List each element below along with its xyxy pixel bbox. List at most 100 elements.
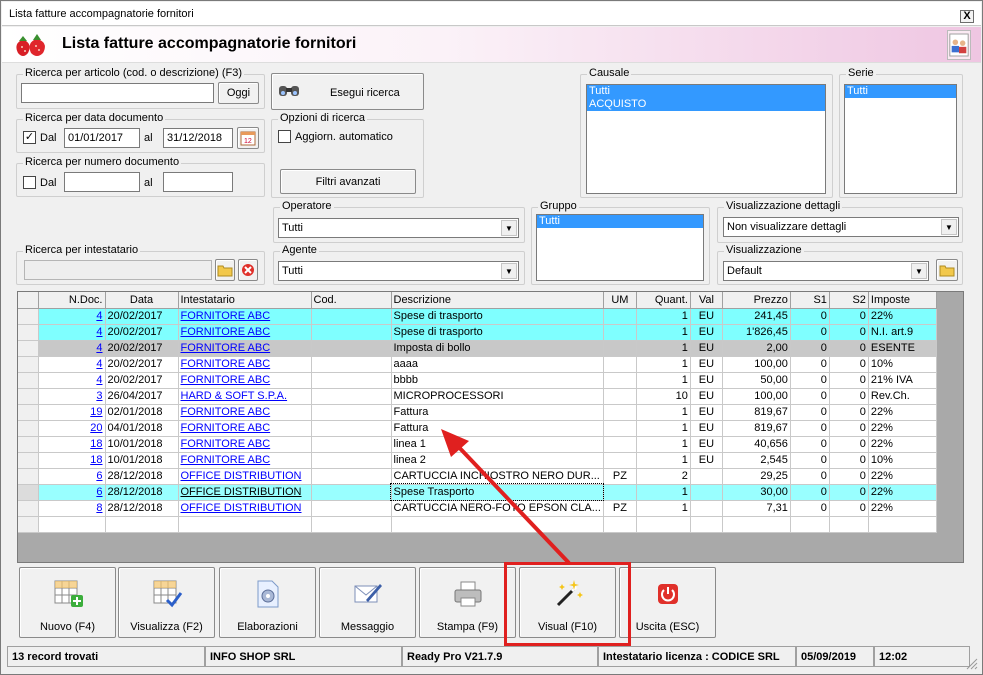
number-to-input[interactable] (163, 172, 233, 192)
row-indicator[interactable] (18, 372, 39, 389)
column-header[interactable]: S2 (829, 292, 869, 309)
close-button[interactable]: X (960, 10, 974, 23)
table-cell[interactable]: 6 (38, 484, 106, 501)
table-cell[interactable]: FORNITORE ABC (178, 324, 312, 341)
table-row[interactable]: 19 02/01/2018 FORNITORE ABC Fattura 1 EU 819,6… (18, 404, 937, 421)
column-header[interactable]: Data (105, 292, 179, 309)
table-cell[interactable]: 20 (38, 420, 106, 437)
row-indicator[interactable] (18, 340, 39, 357)
causale-list[interactable]: Tutti ACQUISTO (586, 84, 826, 194)
table-row[interactable]: 3 26/04/2017 HARD & SOFT S.P.A. MICROPROCES… (18, 388, 937, 405)
serie-list[interactable]: Tutti (844, 84, 957, 194)
auto-update-checkbox[interactable] (278, 130, 291, 143)
exit-button[interactable]: Uscita (ESC) (619, 567, 716, 638)
date-from-input[interactable]: 01/01/2017 (64, 128, 140, 148)
column-header[interactable]: Cod. (311, 292, 392, 309)
table-cell[interactable]: FORNITORE ABC (178, 372, 312, 389)
table-cell[interactable]: OFFICE DISTRIBUTION (178, 484, 312, 501)
column-header[interactable]: Prezzo (722, 292, 791, 309)
table-cell[interactable]: 18 (38, 436, 106, 453)
print-button[interactable]: Stampa (F9) (419, 567, 516, 638)
table-cell[interactable]: FORNITORE ABC (178, 420, 312, 437)
row-indicator[interactable] (18, 468, 39, 485)
details-view-select[interactable]: Non visualizzare dettagli ▼ (723, 217, 959, 237)
table-row[interactable]: 4 20/02/2017 FORNITORE ABC Imposta di bollo… (18, 340, 937, 357)
resize-grip-icon[interactable] (964, 656, 978, 670)
table-cell[interactable]: 4 (38, 356, 106, 373)
clear-button[interactable] (238, 259, 258, 281)
view-button[interactable]: Visualizza (F2) (118, 567, 215, 638)
article-search-input[interactable] (21, 83, 214, 103)
table-cell[interactable]: 4 (38, 372, 106, 389)
row-indicator[interactable] (18, 308, 39, 325)
list-item[interactable]: Tutti (587, 85, 825, 98)
open-folder-button[interactable] (215, 259, 235, 281)
table-cell[interactable]: FORNITORE ABC (178, 308, 312, 325)
view-folder-button[interactable] (936, 259, 958, 281)
chevron-down-icon[interactable]: ▼ (941, 219, 957, 235)
column-header[interactable]: Val (690, 292, 723, 309)
table-row[interactable]: 4 20/02/2017 FORNITORE ABC bbbb 1 EU 50,00 0 0 21… (18, 372, 937, 389)
table-cell[interactable]: FORNITORE ABC (178, 404, 312, 421)
row-indicator[interactable] (18, 404, 39, 421)
operatore-select[interactable]: Tutti ▼ (278, 218, 519, 238)
list-item[interactable]: ACQUISTO (587, 98, 825, 111)
row-indicator[interactable] (18, 484, 39, 501)
table-cell[interactable]: 3 (38, 388, 106, 405)
row-indicator[interactable] (18, 500, 39, 517)
view-select[interactable]: Default ▼ (723, 261, 929, 281)
column-header[interactable]: Descrizione (391, 292, 604, 309)
row-indicator[interactable] (18, 356, 39, 373)
table-cell[interactable]: 4 (38, 308, 106, 325)
chevron-down-icon[interactable]: ▼ (501, 220, 517, 236)
table-cell[interactable]: FORNITORE ABC (178, 340, 312, 357)
table-row[interactable]: 4 20/02/2017 FORNITORE ABC aaaa 1 EU 100,00 0 0 1… (18, 356, 937, 373)
date-to-input[interactable]: 31/12/2018 (163, 128, 233, 148)
chevron-down-icon[interactable]: ▼ (501, 263, 517, 279)
list-item[interactable]: Tutti (845, 85, 956, 98)
holder-search-input[interactable] (24, 260, 212, 280)
list-item[interactable]: Tutti (537, 215, 703, 228)
table-cell[interactable]: FORNITORE ABC (178, 436, 312, 453)
row-indicator[interactable] (18, 436, 39, 453)
table-cell[interactable]: OFFICE DISTRIBUTION (178, 500, 312, 517)
table-cell[interactable]: HARD & SOFT S.P.A. (178, 388, 312, 405)
processing-button[interactable]: Elaborazioni (219, 567, 316, 638)
message-button[interactable]: Messaggio (319, 567, 416, 638)
table-cell: 0 (790, 388, 830, 405)
table-cell[interactable]: OFFICE DISTRIBUTION (178, 468, 312, 485)
table-cell[interactable]: FORNITORE ABC (178, 452, 312, 469)
table-cell[interactable]: 4 (38, 340, 106, 357)
column-header[interactable]: Imposte (868, 292, 937, 309)
gruppo-list[interactable]: Tutti (536, 214, 704, 281)
column-header[interactable]: Quant. (636, 292, 691, 309)
gruppo-legend: Gruppo (538, 200, 579, 212)
column-header[interactable]: N.Doc. (38, 292, 106, 309)
table-cell[interactable]: 6 (38, 468, 106, 485)
users-list-icon[interactable] (947, 30, 971, 60)
column-header[interactable]: S1 (790, 292, 830, 309)
number-search-checkbox[interactable] (23, 176, 36, 189)
table-row[interactable]: 4 20/02/2017 FORNITORE ABC Spese di traspor… (18, 324, 937, 341)
table-cell[interactable]: 4 (38, 324, 106, 341)
agente-select[interactable]: Tutti ▼ (278, 261, 519, 281)
run-search-button[interactable]: Esegui ricerca (271, 73, 424, 110)
number-from-input[interactable] (64, 172, 140, 192)
row-indicator[interactable] (18, 420, 39, 437)
table-row[interactable]: 4 20/02/2017 FORNITORE ABC Spese di traspor… (18, 308, 937, 325)
row-indicator[interactable] (18, 388, 39, 405)
row-indicator[interactable] (18, 324, 39, 341)
column-header[interactable]: Intestatario (178, 292, 312, 309)
date-search-checkbox[interactable]: ✓ (23, 131, 36, 144)
table-cell[interactable]: 19 (38, 404, 106, 421)
calendar-button[interactable]: 12 (237, 127, 259, 149)
column-header[interactable]: UM (603, 292, 637, 309)
new-button[interactable]: Nuovo (F4) (19, 567, 116, 638)
today-button[interactable]: Oggi (218, 82, 259, 104)
table-cell[interactable]: 18 (38, 452, 106, 469)
table-cell[interactable]: 8 (38, 500, 106, 517)
advanced-filters-button[interactable]: Filtri avanzati (280, 169, 416, 194)
table-cell[interactable]: FORNITORE ABC (178, 356, 312, 373)
chevron-down-icon[interactable]: ▼ (911, 263, 927, 279)
row-indicator[interactable] (18, 452, 39, 469)
